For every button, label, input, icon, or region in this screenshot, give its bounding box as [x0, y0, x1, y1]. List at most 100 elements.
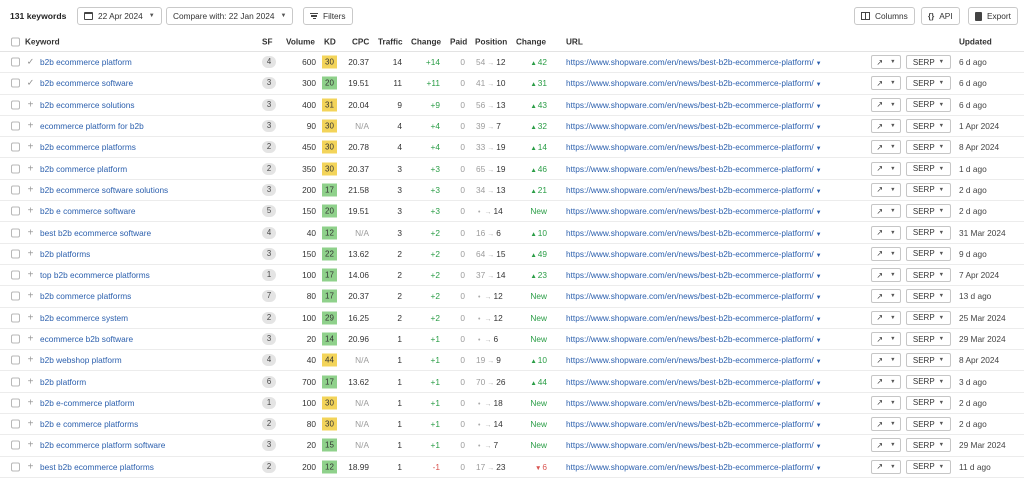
keyword-link[interactable]: b2b e-commerce platform: [40, 398, 135, 408]
row-checkbox[interactable]: [11, 185, 20, 195]
serp-features-badge[interactable]: 3: [262, 247, 276, 260]
plus-icon[interactable]: +: [26, 142, 35, 153]
serp-features-badge[interactable]: 3: [262, 439, 276, 452]
plus-icon[interactable]: +: [26, 121, 35, 132]
columns-button[interactable]: Columns: [854, 7, 915, 25]
chevron-down-icon[interactable]: ▼: [816, 317, 822, 323]
keyword-link[interactable]: best b2b ecommerce software: [40, 228, 151, 238]
serp-button[interactable]: SERP ▼: [906, 374, 951, 389]
row-checkbox[interactable]: [11, 121, 20, 131]
keyword-link[interactable]: b2b ecommerce platform software: [40, 440, 165, 450]
plus-icon[interactable]: +: [26, 355, 35, 366]
trend-chart-button[interactable]: ↗ ▼: [871, 438, 901, 453]
trend-chart-button[interactable]: ↗ ▼: [871, 161, 901, 176]
trend-chart-button[interactable]: ↗ ▼: [871, 182, 901, 197]
serp-features-badge[interactable]: 5: [262, 205, 276, 218]
header-traffic[interactable]: Traffic: [378, 37, 403, 46]
serp-features-badge[interactable]: 7: [262, 290, 276, 303]
plus-icon[interactable]: +: [26, 227, 35, 238]
chevron-down-icon[interactable]: ▼: [816, 168, 822, 174]
export-button[interactable]: Export: [968, 7, 1018, 25]
header-kd[interactable]: KD: [324, 37, 336, 46]
serp-features-badge[interactable]: 1: [262, 269, 276, 282]
keyword-link[interactable]: b2b ecommerce platform: [40, 57, 132, 67]
url-link[interactable]: https://www.shopware.com/en/news/best-b2…: [566, 78, 822, 88]
header-position-change[interactable]: Change: [516, 37, 546, 46]
trend-chart-button[interactable]: ↗ ▼: [871, 417, 901, 432]
chevron-down-icon[interactable]: ▼: [816, 466, 822, 472]
check-icon[interactable]: ✓: [26, 78, 35, 89]
chevron-down-icon[interactable]: ▼: [816, 402, 822, 408]
header-sf[interactable]: SF: [262, 37, 272, 46]
row-checkbox[interactable]: [11, 313, 20, 323]
chevron-down-icon[interactable]: ▼: [816, 338, 822, 344]
trend-chart-button[interactable]: ↗ ▼: [871, 353, 901, 368]
serp-features-badge[interactable]: 2: [262, 162, 276, 175]
trend-chart-button[interactable]: ↗ ▼: [871, 225, 901, 240]
trend-chart-button[interactable]: ↗ ▼: [871, 246, 901, 261]
keyword-link[interactable]: b2b ecommerce platforms: [40, 142, 136, 152]
row-checkbox[interactable]: [11, 334, 20, 344]
plus-icon[interactable]: +: [26, 206, 35, 217]
row-checkbox[interactable]: [11, 57, 20, 67]
plus-icon[interactable]: +: [26, 163, 35, 174]
plus-icon[interactable]: +: [26, 376, 35, 387]
filters-button[interactable]: Filters: [303, 7, 353, 25]
serp-features-badge[interactable]: 1: [262, 396, 276, 409]
trend-chart-button[interactable]: ↗ ▼: [871, 332, 901, 346]
row-checkbox[interactable]: [11, 355, 20, 365]
url-link[interactable]: https://www.shopware.com/en/news/best-b2…: [566, 313, 822, 323]
trend-chart-button[interactable]: ↗ ▼: [871, 310, 901, 325]
url-link[interactable]: https://www.shopware.com/en/news/best-b2…: [566, 377, 822, 387]
keyword-link[interactable]: ecommerce platform for b2b: [40, 121, 144, 131]
plus-icon[interactable]: +: [26, 184, 35, 195]
chevron-down-icon[interactable]: ▼: [816, 82, 822, 88]
keyword-link[interactable]: b2b platform: [40, 377, 86, 387]
row-checkbox[interactable]: [11, 419, 20, 429]
header-paid[interactable]: Paid: [450, 37, 467, 46]
row-checkbox[interactable]: [11, 398, 20, 408]
url-link[interactable]: https://www.shopware.com/en/news/best-b2…: [566, 440, 822, 450]
chevron-down-icon[interactable]: ▼: [816, 104, 822, 110]
serp-button[interactable]: SERP ▼: [906, 182, 951, 197]
plus-icon[interactable]: +: [26, 270, 35, 281]
serp-button[interactable]: SERP ▼: [906, 161, 951, 176]
plus-icon[interactable]: +: [26, 291, 35, 302]
chevron-down-icon[interactable]: ▼: [816, 444, 822, 450]
serp-button[interactable]: SERP ▼: [906, 310, 951, 325]
serp-features-badge[interactable]: 3: [262, 333, 276, 345]
plus-icon[interactable]: +: [26, 248, 35, 259]
chevron-down-icon[interactable]: ▼: [816, 146, 822, 152]
serp-button[interactable]: SERP ▼: [906, 246, 951, 261]
keyword-link[interactable]: b2b webshop platform: [40, 355, 122, 365]
row-checkbox[interactable]: [11, 377, 20, 387]
row-checkbox[interactable]: [11, 164, 20, 174]
check-icon[interactable]: ✓: [26, 57, 35, 68]
row-checkbox[interactable]: [11, 142, 20, 152]
url-link[interactable]: https://www.shopware.com/en/news/best-b2…: [566, 355, 822, 365]
keyword-link[interactable]: best b2b ecommerce platforms: [40, 462, 154, 472]
header-keyword[interactable]: Keyword: [25, 37, 60, 46]
chevron-down-icon[interactable]: ▼: [816, 125, 822, 131]
serp-features-badge[interactable]: 3: [262, 183, 276, 196]
plus-icon[interactable]: +: [26, 397, 35, 408]
url-link[interactable]: https://www.shopware.com/en/news/best-b2…: [566, 185, 822, 195]
header-url[interactable]: URL: [566, 37, 583, 46]
chevron-down-icon[interactable]: ▼: [816, 253, 822, 259]
row-checkbox[interactable]: [11, 462, 20, 472]
row-checkbox[interactable]: [11, 440, 20, 450]
trend-chart-button[interactable]: ↗ ▼: [871, 204, 901, 219]
date-picker-button[interactable]: 22 Apr 2024 ▼: [77, 7, 162, 25]
chevron-down-icon[interactable]: ▼: [816, 381, 822, 387]
trend-chart-button[interactable]: ↗ ▼: [871, 97, 901, 112]
serp-button[interactable]: SERP ▼: [906, 97, 951, 112]
row-checkbox[interactable]: [11, 291, 20, 301]
url-link[interactable]: https://www.shopware.com/en/news/best-b2…: [566, 462, 822, 472]
serp-button[interactable]: SERP ▼: [906, 332, 951, 346]
serp-features-badge[interactable]: 2: [262, 141, 276, 154]
url-link[interactable]: https://www.shopware.com/en/news/best-b2…: [566, 334, 822, 344]
url-link[interactable]: https://www.shopware.com/en/news/best-b2…: [566, 121, 822, 131]
url-link[interactable]: https://www.shopware.com/en/news/best-b2…: [566, 398, 822, 408]
keyword-link[interactable]: b2b e commerce software: [40, 206, 135, 216]
keyword-link[interactable]: b2b ecommerce solutions: [40, 100, 135, 110]
